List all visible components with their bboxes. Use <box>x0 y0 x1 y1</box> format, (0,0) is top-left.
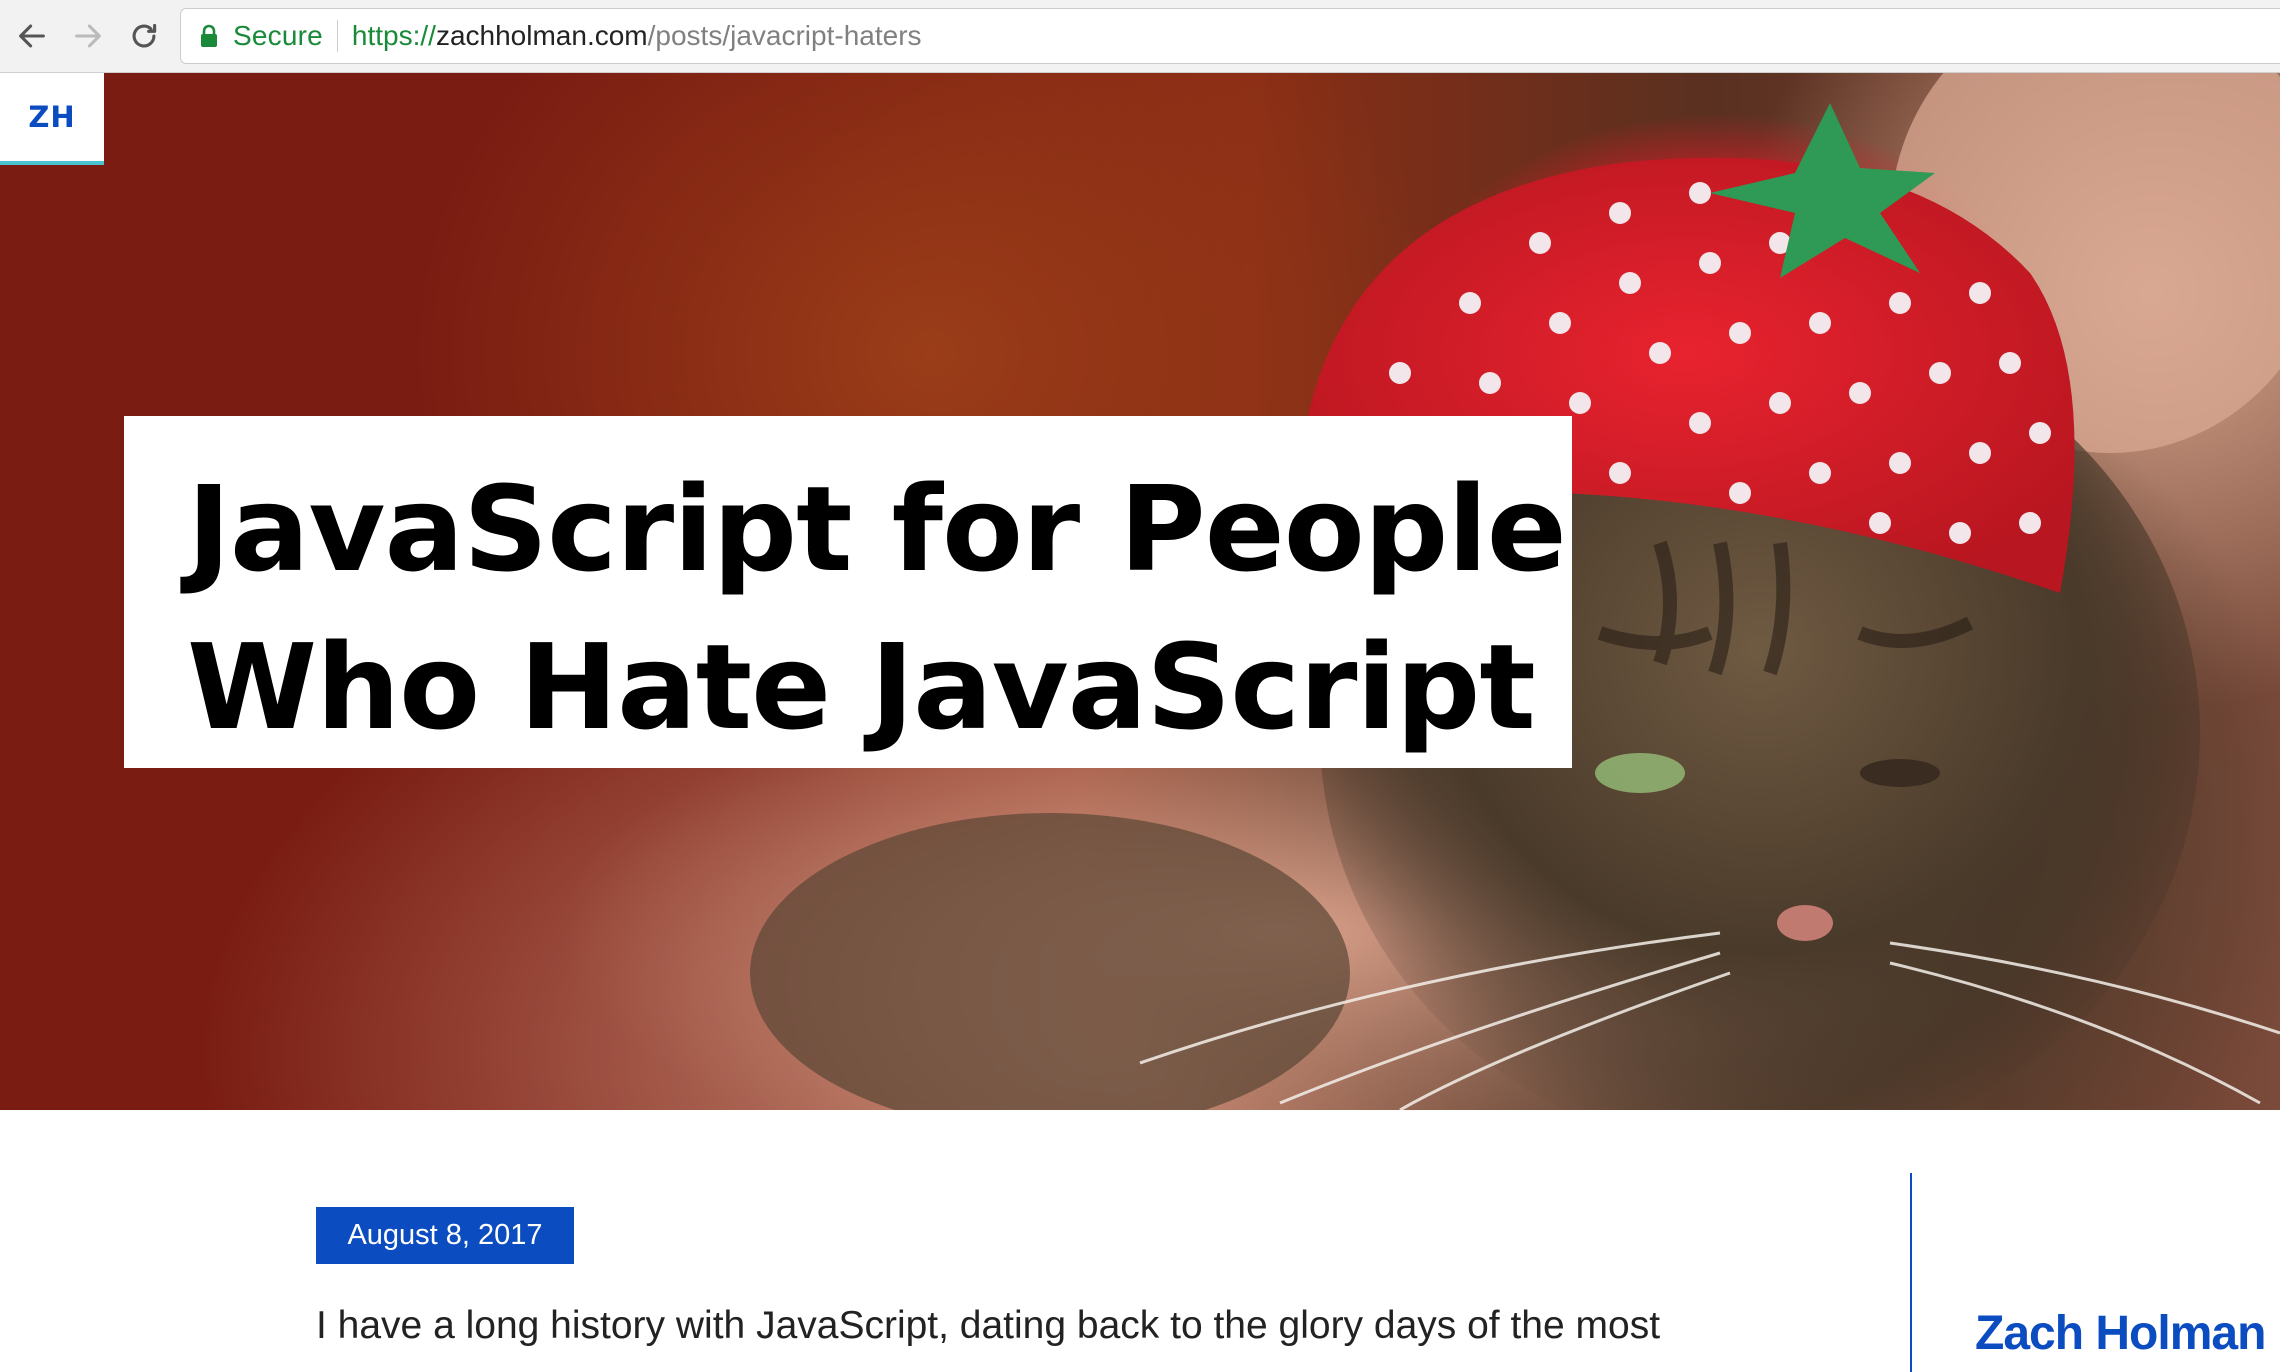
browser-toolbar: Secure https://zachholman.com/posts/java… <box>0 0 2280 73</box>
reload-button[interactable] <box>120 12 168 60</box>
address-divider <box>336 20 338 52</box>
forward-arrow-icon <box>75 24 101 48</box>
site-logo[interactable]: ZH <box>0 73 104 165</box>
back-arrow-icon <box>19 24 45 48</box>
lock-icon <box>199 24 221 48</box>
url-text: https://zachholman.com/posts/javacript-h… <box>352 20 922 52</box>
back-button[interactable] <box>8 12 56 60</box>
logo-text: ZH <box>28 100 76 134</box>
post-title: JavaScript for People Who Hate JavaScrip… <box>187 460 1567 756</box>
post-title-card: JavaScript for People Who Hate JavaScrip… <box>124 416 1572 768</box>
url-host: zachholman.com <box>435 20 648 51</box>
url-scheme: https:// <box>351 20 436 51</box>
forward-button[interactable] <box>64 12 112 60</box>
cat-eye-left <box>1595 753 1685 793</box>
sidebar-divider <box>1910 1173 1912 1372</box>
address-bar[interactable]: Secure https://zachholman.com/posts/java… <box>180 8 2280 64</box>
author-name-link[interactable]: Zach Holman <box>1975 1306 2266 1361</box>
post-date-badge: August 8, 2017 <box>316 1207 574 1264</box>
post-intro-paragraph: I have a long history with JavaScript, d… <box>316 1304 1661 1347</box>
url-path: /posts/javacript-haters <box>647 20 922 51</box>
cat-eye-right <box>1860 759 1940 787</box>
hero-banner: ZH JavaScript for People Who Hate JavaSc… <box>0 73 2280 1110</box>
reload-icon <box>132 23 157 48</box>
cat-nose <box>1777 905 1833 941</box>
secure-label: Secure <box>233 20 323 51</box>
